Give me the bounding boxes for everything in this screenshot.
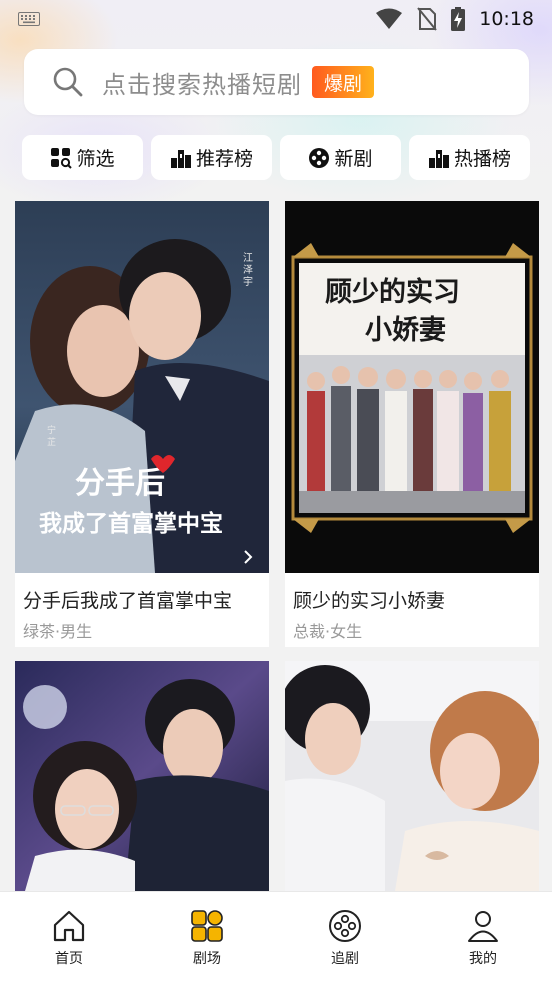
filter-chip-screen[interactable]: 筛选 <box>22 135 143 180</box>
svg-text:小娇妻: 小娇妻 <box>365 315 446 346</box>
drama-title: 分手后我成了首富掌中宝 <box>23 590 233 612</box>
svg-text:宁: 宁 <box>47 424 56 436</box>
svg-text:泽: 泽 <box>243 264 253 276</box>
filter-chip-new[interactable]: 新剧 <box>280 135 401 180</box>
tab-follow[interactable]: 追剧 <box>276 892 414 983</box>
drama-poster: 顾少的实习 小娇妻 <box>285 201 539 573</box>
filter-chip-label: 推荐榜 <box>195 148 253 170</box>
drama-tags: 总裁·女生 <box>293 622 363 641</box>
film-reel-icon <box>329 910 361 942</box>
drama-card[interactable]: 顾少的实习 小娇妻 顾少的实习小娇妻 总裁·女生 <box>285 201 539 647</box>
wifi-icon <box>376 8 403 29</box>
status-bar: 10:18 <box>0 0 552 38</box>
hot-drama-badge: 爆剧 <box>312 66 375 98</box>
tab-theater[interactable]: 剧场 <box>138 892 276 983</box>
drama-card[interactable] <box>15 661 269 891</box>
drama-poster <box>15 661 269 891</box>
battery-charging-icon <box>451 7 466 31</box>
svg-text:芷: 芷 <box>47 436 56 448</box>
svg-text:宇: 宇 <box>243 275 253 288</box>
svg-text:我成了首富掌中宝: 我成了首富掌中宝 <box>39 510 223 537</box>
home-icon <box>53 910 85 942</box>
filter-chip-recommend[interactable]: 推荐榜 <box>151 135 272 180</box>
filter-bar: 筛选 推荐榜 新剧 热播榜 <box>22 135 530 180</box>
search-placeholder: 点击搜索热播短剧 <box>102 70 302 99</box>
tab-label: 剧场 <box>193 951 221 967</box>
filter-chip-label: 筛选 <box>76 148 115 170</box>
tab-profile[interactable]: 我的 <box>414 892 552 983</box>
status-time: 10:18 <box>479 8 534 30</box>
svg-text:分手后: 分手后 <box>75 466 165 501</box>
tab-label: 首页 <box>55 951 83 967</box>
drama-card[interactable]: 分手后 我成了首富掌中宝 江 泽 宇 宁 芷 分手后我成了首富掌中宝 绿茶·男生 <box>15 201 269 647</box>
tab-home[interactable]: 首页 <box>0 892 138 983</box>
rank-bars-icon <box>428 149 449 168</box>
search-bar[interactable]: 点击搜索热播短剧 爆剧 <box>24 49 529 115</box>
keyboard-icon <box>18 12 40 26</box>
drama-card[interactable] <box>285 661 539 891</box>
filter-chip-label: 热播榜 <box>453 148 511 170</box>
tab-label: 追剧 <box>331 951 359 967</box>
svg-text:江: 江 <box>243 252 253 264</box>
bottom-tab-bar: 首页 剧场 追剧 我的 <box>0 891 552 983</box>
filter-grid-icon <box>51 147 73 169</box>
user-icon <box>468 911 498 942</box>
filter-chip-hot[interactable]: 热播榜 <box>409 135 530 180</box>
rank-bars-icon <box>170 149 191 168</box>
filter-chip-label: 新剧 <box>334 148 373 170</box>
drama-poster: 分手后 我成了首富掌中宝 江 泽 宇 宁 芷 <box>15 201 269 573</box>
no-sim-icon <box>417 7 438 31</box>
drama-poster <box>285 661 539 891</box>
svg-text:顾少的实习: 顾少的实习 <box>325 276 460 308</box>
film-reel-icon <box>309 147 330 168</box>
drama-title: 顾少的实习小娇妻 <box>293 590 446 612</box>
theater-grid-icon <box>191 910 223 942</box>
drama-tags: 绿茶·男生 <box>23 622 93 641</box>
tab-label: 我的 <box>469 951 497 967</box>
search-icon <box>53 67 83 97</box>
